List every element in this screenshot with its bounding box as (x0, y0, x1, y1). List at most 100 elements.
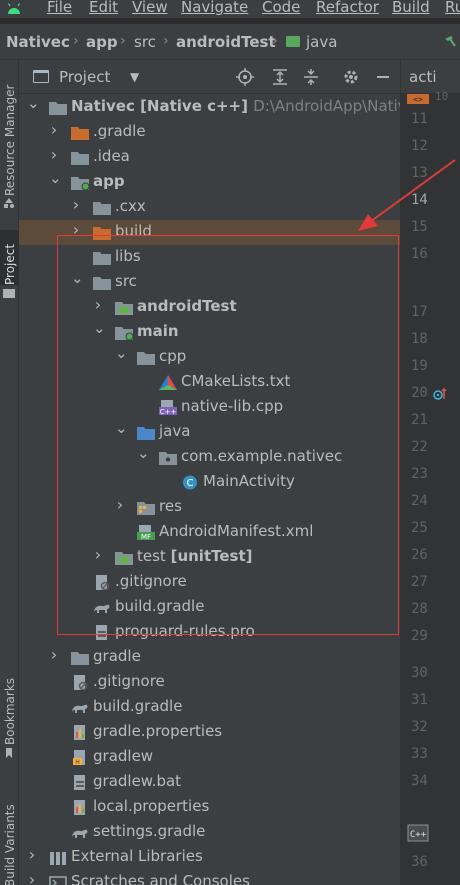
tree-item-java[interactable]: ⌄ java (19, 420, 400, 445)
breadcrumb-src[interactable]: src (134, 33, 156, 51)
locate-icon[interactable] (236, 68, 254, 86)
chevron-right-icon[interactable]: › (93, 297, 103, 313)
tree-item-label: app (93, 172, 125, 190)
tree-item-cmakelists[interactable]: CMakeLists.txt (19, 370, 400, 395)
tree-item-local-properties[interactable]: local.properties (19, 795, 400, 820)
tree-item-label: java (159, 422, 190, 440)
bookmarks-tab[interactable]: Bookmarks (0, 665, 19, 745)
tree-item-name: MainActivity (203, 472, 295, 490)
hammer-icon[interactable] (444, 35, 456, 47)
chevron-right-icon[interactable]: › (49, 647, 59, 663)
chevron-down-icon[interactable]: ⌄ (115, 421, 128, 436)
chevron-right-icon[interactable]: › (49, 147, 59, 163)
chevron-right-icon[interactable]: › (49, 122, 59, 138)
menu-code[interactable]: Code (262, 0, 300, 16)
chevron-down-icon[interactable]: ⌄ (115, 346, 128, 361)
menu-view[interactable]: View (132, 0, 168, 16)
tree-item-res[interactable]: › res (19, 495, 400, 520)
tree-item-mainactivity[interactable]: C MainActivity (19, 470, 400, 495)
line-number: 23 (411, 466, 428, 482)
chevron-right-icon[interactable]: › (93, 547, 103, 563)
tree-item-scratches[interactable]: › Scratches and Consoles (19, 870, 400, 885)
tree-item-gradle-properties[interactable]: gradle.properties (19, 720, 400, 745)
implementation-icon[interactable] (433, 387, 447, 401)
editor-tab[interactable]: acti (401, 60, 460, 94)
line-number: 22 (411, 439, 428, 455)
chevron-right-icon[interactable]: › (27, 872, 37, 885)
tree-item-name: local.properties (93, 797, 210, 815)
chevron-down-icon[interactable]: ▼ (130, 70, 139, 84)
tree-item-libs[interactable]: libs (19, 245, 400, 270)
tree-item-native-lib-cpp[interactable]: C++ native-lib.cpp (19, 395, 400, 420)
resource-manager-tab[interactable]: Resource Manager (0, 66, 19, 196)
tree-item-gradlew-bat[interactable]: gradlew.bat (19, 770, 400, 795)
line-number: 24 (411, 493, 428, 509)
tree-item-build[interactable]: › build (19, 220, 400, 245)
chevron-down-icon[interactable]: ⌄ (137, 446, 150, 461)
cpp-file-icon: C++ (159, 400, 177, 416)
chevron-right-icon: › (163, 33, 169, 49)
tree-item-gradle-dir[interactable]: › gradle (19, 645, 400, 670)
tree-item-name: java (159, 422, 191, 440)
line-number: 15 (411, 219, 428, 235)
tree-item-src[interactable]: ⌄ src (19, 270, 400, 295)
tree-item-name: gradle (93, 647, 141, 665)
chevron-right-icon[interactable]: › (71, 222, 81, 238)
tree-item-dot-gradle[interactable]: › .gradle (19, 120, 400, 145)
menu-build[interactable]: Build (392, 0, 430, 16)
chevron-down-icon[interactable]: ⌄ (93, 321, 106, 336)
tree-item-main[interactable]: ⌄ main (19, 320, 400, 345)
collapse-all-icon[interactable] (302, 68, 320, 86)
chevron-down-icon[interactable]: ⌄ (71, 271, 84, 286)
tree-item-androidtest[interactable]: › androidTest (19, 295, 400, 320)
build-variants-tab[interactable]: Build Variants (0, 782, 19, 885)
tree-item-name: build.gradle (93, 697, 183, 715)
tree-item-name: test (137, 547, 166, 565)
tree-item-app[interactable]: ⌄ app (19, 170, 400, 195)
tree-item-proguard[interactable]: proguard-rules.pro (19, 620, 400, 645)
tree-item-test[interactable]: › test [unitTest] (19, 545, 400, 570)
settings-icon[interactable] (342, 68, 360, 86)
panel-title[interactable]: Project (59, 68, 110, 86)
menu-edit[interactable]: Edit (89, 0, 118, 16)
tree-item-package[interactable]: ⌄ com.example.nativec (19, 445, 400, 470)
tree-item-idea[interactable]: › .idea (19, 145, 400, 170)
folder-icon (93, 275, 111, 290)
tree-item-settings-gradle[interactable]: settings.gradle (19, 820, 400, 845)
chevron-down-icon[interactable]: ⌄ (49, 171, 62, 186)
tree-item-build-gradle[interactable]: build.gradle (19, 695, 400, 720)
folder-module-icon (115, 325, 134, 341)
tree-root-nativec[interactable]: ⌄ Nativec [Native c++] D:\AndroidApp\Nati… (19, 95, 400, 120)
chevron-down-icon[interactable]: ⌄ (27, 96, 40, 111)
breadcrumb-java[interactable]: java (306, 33, 337, 51)
menu-navigate[interactable]: Navigate (181, 0, 248, 16)
tree-item-cpp[interactable]: ⌄ cpp (19, 345, 400, 370)
android-icon (7, 3, 21, 14)
cpp-icon: C++ (407, 824, 429, 842)
project-tab[interactable]: Project (0, 230, 19, 285)
breadcrumb-androidtest[interactable]: androidTest (176, 33, 276, 51)
line-number: 30 (411, 665, 428, 681)
hide-icon[interactable] (374, 68, 392, 86)
tree-item-label: .gradle (93, 122, 146, 140)
tree-item-androidmanifest[interactable]: MF AndroidManifest.xml (19, 520, 400, 545)
chevron-right-icon[interactable]: › (115, 497, 125, 513)
tree-item-gitignore[interactable]: .gitignore (19, 670, 400, 695)
expand-all-icon[interactable] (271, 68, 289, 86)
chevron-right-icon[interactable]: › (27, 847, 37, 863)
menu-run[interactable]: Ru (445, 0, 460, 16)
tree-item-name: .idea (93, 147, 130, 165)
tree-item-app-gitignore[interactable]: .gitignore (19, 570, 400, 595)
folder-icon (3, 289, 15, 298)
tree-item-cxx[interactable]: › .cxx (19, 195, 400, 220)
chevron-right-icon[interactable]: › (71, 197, 81, 213)
tree-item-app-build-gradle[interactable]: build.gradle (19, 595, 400, 620)
menu-file[interactable]: File (47, 0, 72, 16)
tree-item-external-libraries[interactable]: › External Libraries (19, 845, 400, 870)
breadcrumb-project[interactable]: Nativec (6, 33, 70, 51)
tree-item-name: build (115, 222, 152, 240)
tree-item-gradlew[interactable]: Hgradlew (19, 745, 400, 770)
breadcrumb-app[interactable]: app (86, 33, 118, 51)
menu-refactor[interactable]: Refactor (316, 0, 379, 16)
chevron-right-icon: › (272, 33, 278, 49)
